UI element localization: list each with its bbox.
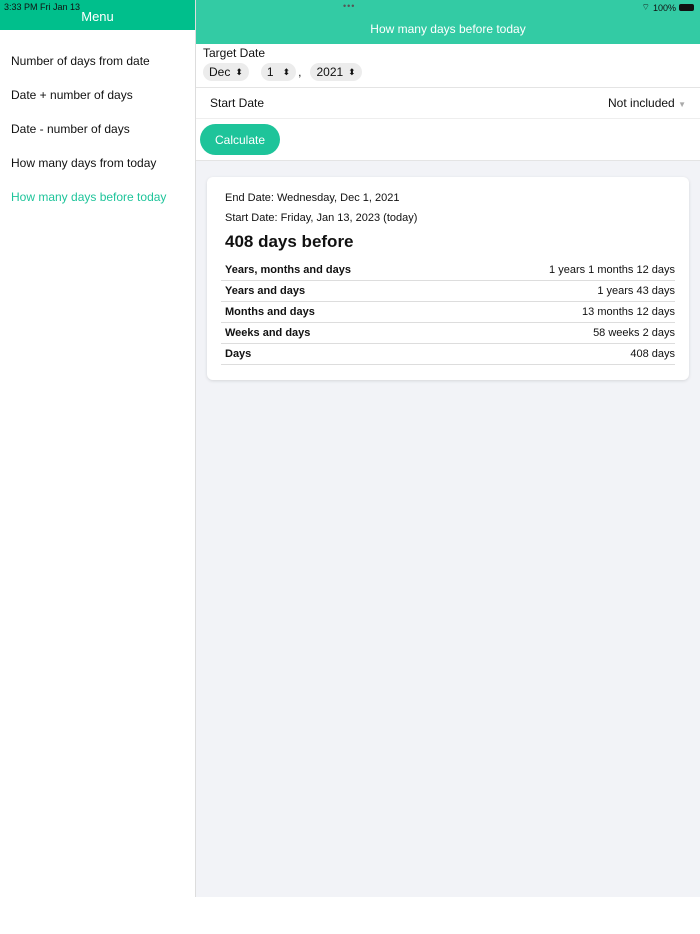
result-row: Years and days 1 years 43 days <box>221 281 675 302</box>
row-value: 408 days <box>630 348 675 360</box>
start-date-text: Start Date: Friday, Jan 13, 2023 (today) <box>225 212 418 224</box>
form: Target Date Dec ⬍ 1 ⬍ , 2021 ⬍ Start Date N… <box>196 44 700 161</box>
day-picker[interactable]: 1 ⬍ <box>260 63 297 81</box>
start-date-label: Start Date <box>210 96 265 110</box>
calculate-button[interactable]: Calculate <box>200 124 280 155</box>
row-value: 13 months 12 days <box>582 306 675 318</box>
multitasking-dots-icon[interactable]: ••• <box>343 1 355 11</box>
battery-icon <box>679 4 694 11</box>
main-panel: How many days before today Target Date D… <box>196 0 700 897</box>
day-value: 1 <box>266 65 274 79</box>
result-card: End Date: Wednesday, Dec 1, 2021 Start D… <box>207 177 689 380</box>
battery-percent: 100% <box>652 2 676 13</box>
row-label: Days <box>225 348 252 360</box>
status-time: 3:33 PM Fri Jan 13 <box>4 2 81 12</box>
month-picker[interactable]: Dec ⬍ <box>203 63 249 81</box>
row-value: 1 years 43 days <box>597 285 675 297</box>
result-headline: 408 days before <box>225 232 354 251</box>
sidebar-item-days-from-date[interactable]: Number of days from date <box>0 44 195 78</box>
target-date-label: Target Date <box>203 46 266 60</box>
year-value: 2021 <box>316 65 344 79</box>
wifi-icon: ⌔ <box>641 2 650 12</box>
result-row: Days 408 days <box>221 344 675 365</box>
row-label: Months and days <box>225 306 315 318</box>
row-value: 1 years 1 months 12 days <box>549 264 675 276</box>
row-label: Weeks and days <box>225 327 311 339</box>
year-picker[interactable]: 2021 ⬍ <box>310 63 362 81</box>
dropdown-arrow-icon: ▼ <box>678 100 686 109</box>
chevron-updown-icon: ⬍ <box>235 66 243 77</box>
start-date-value: Not included <box>608 96 675 110</box>
result-row: Years, months and days 1 years 1 months 1… <box>221 260 675 281</box>
sidebar-item-days-from-today[interactable]: How many days from today <box>0 146 195 180</box>
status-bar: 3:33 PM Fri Jan 13 ••• ⌔ 100% <box>0 0 700 13</box>
sidebar-item-date-plus-days[interactable]: Date + number of days <box>0 78 195 112</box>
sidebar: Menu Number of days from date Date + num… <box>0 0 196 897</box>
start-date-row[interactable]: Start Date Not included ▼ <box>196 88 700 119</box>
row-label: Years and days <box>225 285 306 297</box>
row-value: 58 weeks 2 days <box>593 327 675 339</box>
chevron-updown-icon: ⬍ <box>282 66 291 77</box>
result-row: Weeks and days 58 weeks 2 days <box>221 323 675 344</box>
end-date-text: End Date: Wednesday, Dec 1, 2021 <box>225 192 400 204</box>
result-row: Months and days 13 months 12 days <box>221 302 675 323</box>
month-value: Dec <box>209 65 231 79</box>
sidebar-item-date-minus-days[interactable]: Date - number of days <box>0 112 195 146</box>
sidebar-item-days-before-today[interactable]: How many days before today <box>0 180 195 214</box>
chevron-updown-icon: ⬍ <box>348 66 356 77</box>
row-label: Years, months and days <box>225 264 351 276</box>
date-comma: , <box>298 65 302 79</box>
